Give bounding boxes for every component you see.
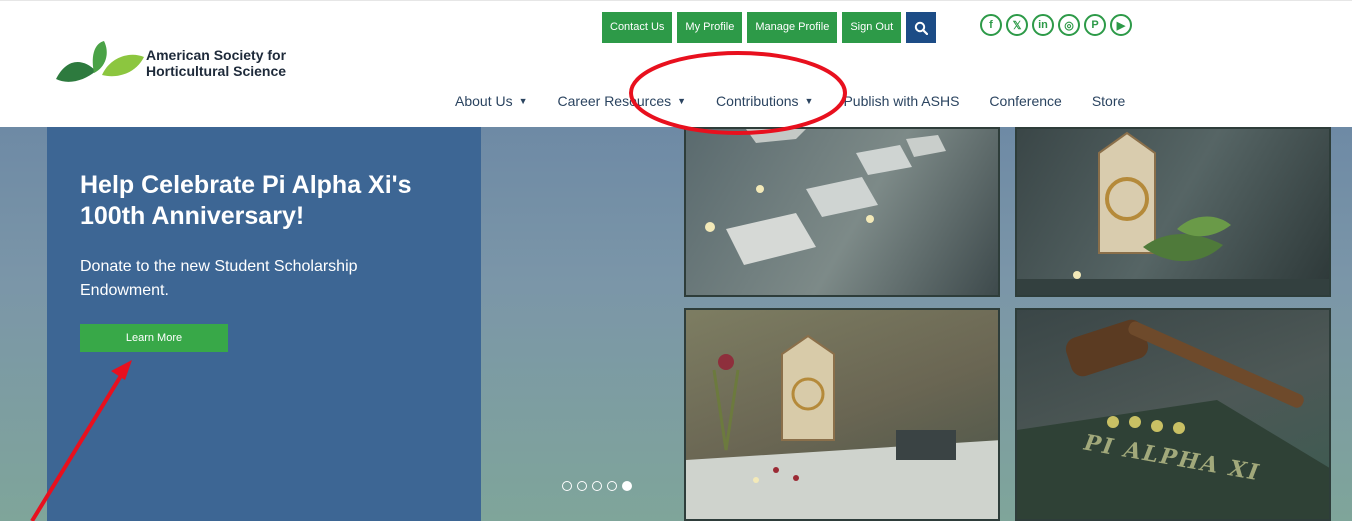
table-illustration [686,334,998,519]
utility-bar: Contact Us My Profile Manage Profile Sig… [602,12,937,43]
nav-about-us[interactable]: About Us ▼ [455,93,528,109]
site-header: American Society for Horticultural Scien… [0,0,1352,127]
site-logo[interactable]: American Society for Horticultural Scien… [54,39,314,89]
search-icon [914,21,929,35]
linkedin-icon[interactable]: in [1032,14,1054,36]
youtube-icon[interactable]: ▶ [1110,14,1132,36]
search-button[interactable] [906,12,937,43]
carousel-indicators [562,481,632,491]
gavel-illustration [1017,319,1329,519]
nav-contributions[interactable]: Contributions ▼ [716,93,813,109]
leaf-logo-icon [56,41,144,82]
photo-table-display [684,308,1000,521]
nav-store[interactable]: Store [1092,93,1125,109]
caret-down-icon: ▼ [518,96,528,106]
nav-label: About Us [455,93,513,109]
caret-down-icon: ▼ [804,96,814,106]
logo-text: American Society for Horticultural Scien… [146,47,346,79]
hero-carousel: Help Celebrate Pi Alpha Xi's 100th Anniv… [0,127,1352,521]
x-icon[interactable]: 𝕏 [1006,14,1028,36]
hero-title: Help Celebrate Pi Alpha Xi's 100th Anniv… [80,171,412,230]
pinterest-icon[interactable]: P [1084,14,1106,36]
carousel-dot-5-active[interactable] [622,481,632,491]
logo-line-1: American Society for [146,47,287,63]
social-links: f 𝕏 in ◎ P ▶ [980,14,1132,36]
instagram-icon[interactable]: ◎ [1058,14,1080,36]
nav-label: Conference [989,93,1062,109]
nav-label: Contributions [716,93,799,109]
carousel-dot-2[interactable] [577,481,587,491]
certificates-illustration [705,129,946,265]
facebook-icon[interactable]: f [980,14,1002,36]
manage-profile-button[interactable]: Manage Profile [747,12,838,43]
carousel-dot-1[interactable] [562,481,572,491]
sign-out-button[interactable]: Sign Out [842,12,902,43]
nav-career-resources[interactable]: Career Resources ▼ [558,93,687,109]
nav-label: Store [1091,93,1126,109]
main-nav: About Us ▼ Career Resources ▼ Contributi… [455,93,1155,109]
hero-panel: Help Celebrate Pi Alpha Xi's 100th Anniv… [47,127,481,521]
photo-certificates [684,127,1000,297]
photo-gavel: PI ALPHA XI [1015,308,1331,521]
photo-emblem-flowers [1015,127,1331,297]
learn-more-button[interactable]: Learn More [80,324,228,352]
logo-line-2: Horticultural Science [146,63,287,79]
nav-publish-with-ashs[interactable]: Publish with ASHS [843,93,959,109]
nav-conference[interactable]: Conference [989,93,1061,109]
carousel-dot-4[interactable] [607,481,617,491]
emblem-illustration [1017,131,1329,295]
contact-us-button[interactable]: Contact Us [602,12,673,43]
caret-down-icon: ▼ [677,96,687,106]
nav-label: Career Resources [557,93,672,109]
my-profile-button[interactable]: My Profile [677,12,743,43]
hero-subtitle: Donate to the new Student Scholarship En… [80,258,358,299]
page: American Society for Horticultural Scien… [0,0,1352,521]
carousel-dot-3[interactable] [592,481,602,491]
nav-label: Publish with ASHS [843,93,960,109]
